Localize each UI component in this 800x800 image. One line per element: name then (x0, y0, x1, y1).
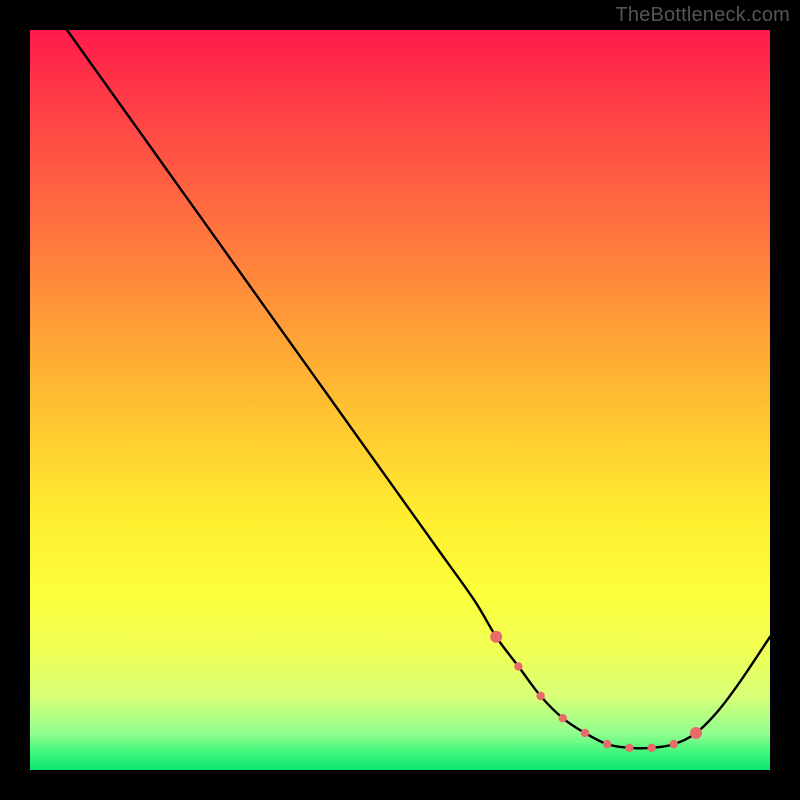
marker-dot (514, 662, 522, 670)
marker-dot (559, 714, 567, 722)
chart-frame: TheBottleneck.com (0, 0, 800, 800)
bottleneck-curve (67, 30, 770, 748)
marker-dot (690, 727, 702, 739)
marker-dot (670, 740, 678, 748)
marker-dot (647, 744, 655, 752)
marker-dot (536, 692, 544, 700)
plot-area (30, 30, 770, 770)
highlighted-points (490, 631, 702, 752)
marker-dot (625, 744, 633, 752)
watermark-text: TheBottleneck.com (615, 4, 790, 27)
marker-dot (490, 631, 502, 643)
marker-dot (603, 740, 611, 748)
marker-dot (581, 729, 589, 737)
curve-svg (30, 30, 770, 770)
